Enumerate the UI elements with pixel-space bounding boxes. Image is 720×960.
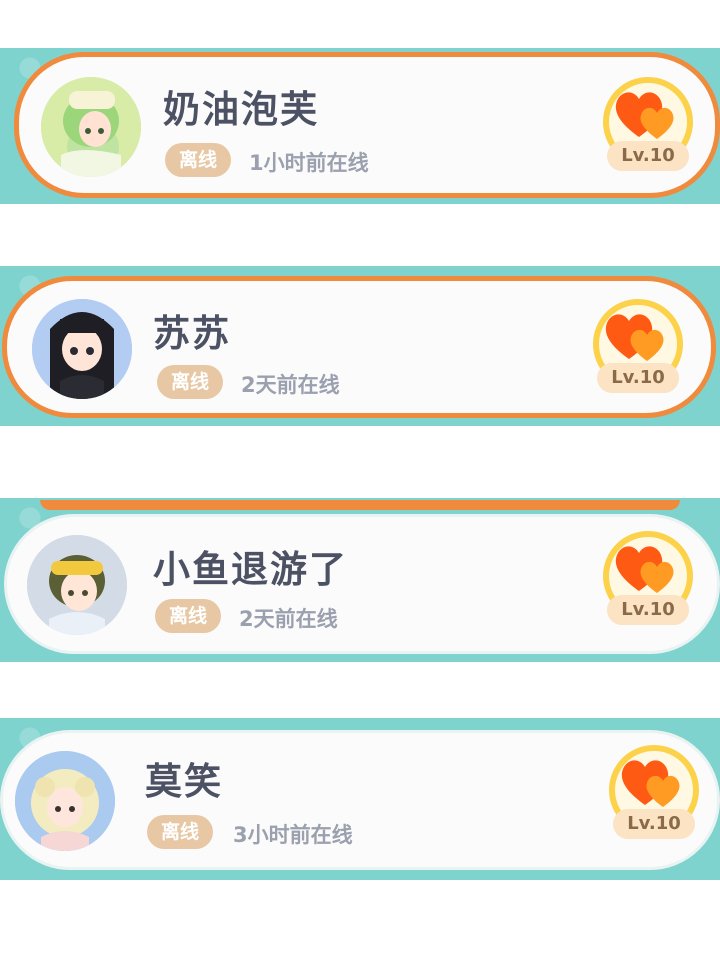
intimacy-level[interactable]: Lv.10 [609, 745, 705, 841]
status-badge: 离线 [155, 599, 221, 633]
level-label: Lv.10 [613, 809, 695, 839]
last-seen: 2天前在线 [239, 607, 338, 631]
heart-icon [615, 92, 674, 139]
heart-icon [621, 760, 680, 807]
status-badge: 离线 [147, 815, 213, 849]
avatar [32, 299, 132, 399]
heart-icon [615, 546, 674, 593]
friend-card[interactable]: 苏苏 离线 2天前在线 Lv.10 [2, 276, 716, 418]
friend-name: 苏苏 [153, 312, 231, 355]
intimacy-level[interactable]: Lv.10 [603, 77, 699, 173]
friend-card[interactable]: 奶油泡芙 离线 1小时前在线 Lv.10 [14, 52, 720, 198]
status-badge: 离线 [157, 365, 223, 399]
last-seen: 1小时前在线 [249, 151, 369, 175]
last-seen: 3小时前在线 [233, 823, 353, 847]
level-label: Lv.10 [597, 363, 679, 393]
heart-icon [605, 314, 664, 361]
friend-name: 奶油泡芙 [163, 88, 319, 131]
last-seen: 2天前在线 [241, 373, 340, 397]
intimacy-level[interactable]: Lv.10 [593, 299, 689, 395]
intimacy-level[interactable]: Lv.10 [603, 531, 699, 627]
status-badge: 离线 [165, 143, 231, 177]
selection-edge [40, 500, 680, 510]
level-label: Lv.10 [607, 141, 689, 171]
friend-name: 小鱼退游了 [153, 548, 348, 591]
level-label: Lv.10 [607, 595, 689, 625]
avatar [15, 751, 115, 851]
friend-card[interactable]: 小鱼退游了 离线 2天前在线 Lv.10 [4, 514, 720, 654]
friend-name: 莫笑 [145, 760, 223, 803]
avatar [27, 535, 127, 635]
friend-card[interactable]: 莫笑 离线 3小时前在线 Lv.10 [0, 730, 720, 870]
avatar [41, 77, 141, 177]
